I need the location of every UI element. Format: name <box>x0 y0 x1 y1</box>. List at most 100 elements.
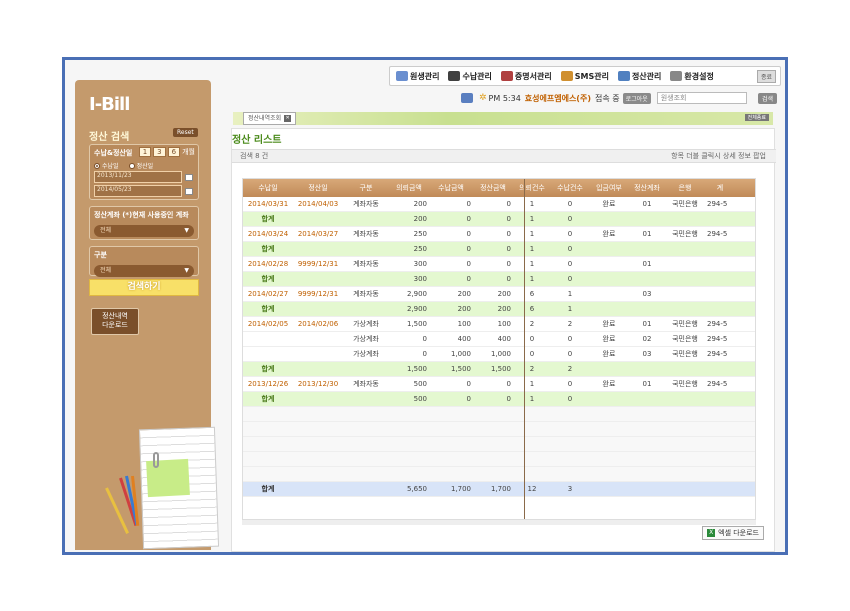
column-header[interactable]: 구분 <box>343 183 389 193</box>
table-cell: 국민은행 <box>672 335 698 343</box>
excel-icon: X <box>707 529 716 537</box>
menu-item-1[interactable]: 수납관리 <box>448 71 492 82</box>
student-search-input[interactable]: 원생조회 <box>656 92 747 104</box>
subtotal-row[interactable]: 합계 200 0 0 1 0 <box>243 212 755 227</box>
menu-item-3[interactable]: SMS관리 <box>560 71 609 82</box>
grid-header: 수납일 정산일 구분 의뢰금액 수납금액 정산금액 의뢰건수 수납건수 입금여부 정산계좌 은행 계 <box>243 179 755 197</box>
column-header[interactable]: 정산일 <box>293 183 343 193</box>
menu-icon <box>396 71 408 81</box>
table-cell: 9999/12/31 <box>297 290 339 298</box>
table-cell: 1 <box>529 215 535 223</box>
table-cell: 01 <box>642 320 652 328</box>
subtotal-row[interactable]: 합계 300 0 0 1 0 <box>243 272 755 287</box>
to-date-input[interactable]: 2014/05/23 <box>94 185 182 197</box>
page-title: 정산 리스트 <box>232 135 282 146</box>
table-row[interactable]: 2013/12/26 2013/12/30 계좌자동 500 0 0 1 0 완료 01 국민은행 2… <box>243 377 755 392</box>
table-cell: 가상계좌 <box>353 320 379 328</box>
table-cell: 400 <box>457 335 471 343</box>
empty-row <box>243 407 755 422</box>
subtotal-row[interactable]: 합계 1,500 1,500 1,500 2 2 <box>243 362 755 377</box>
tab-settlement-inquiry[interactable]: 정산내역조회 ✕ <box>243 112 297 125</box>
table-row[interactable]: 2014/02/05 2014/02/06 가상계좌 1,500 100 100 2 2 완료 0… <box>243 317 755 332</box>
date-filter-box: 수납&정산일 1 3 6 개월 수납일 정산일 2013/11/23 2014/… <box>89 144 199 200</box>
settlement-grid: 수납일 정산일 구분 의뢰금액 수납금액 정산금액 의뢰건수 수납건수 입금여부 정산계좌 은행 계 … <box>242 178 756 520</box>
from-date-input[interactable]: 2013/11/23 <box>94 171 182 183</box>
table-cell: 2 <box>567 365 573 373</box>
table-cell: 200 <box>457 290 471 298</box>
column-header[interactable]: 의뢰금액 <box>389 183 429 193</box>
table-cell: 2014/02/28 <box>247 260 289 268</box>
menu-item-0[interactable]: 원생관리 <box>396 71 439 82</box>
calendar-icon[interactable] <box>185 187 193 195</box>
column-header[interactable]: 은행 <box>665 183 705 193</box>
table-cell: 계좌자동 <box>353 380 379 388</box>
column-header[interactable]: 정산계좌 <box>629 183 665 193</box>
calendar-icon[interactable] <box>185 173 193 181</box>
subtotal-row[interactable]: 합계 500 0 0 1 0 <box>243 392 755 407</box>
column-header[interactable]: 수납일 <box>243 183 293 193</box>
period-6-button[interactable]: 6 <box>167 147 181 157</box>
column-header[interactable]: 의뢰건수 <box>513 183 551 193</box>
column-header[interactable]: 계 <box>705 183 735 193</box>
subtotal-row[interactable]: 합계 250 0 0 1 0 <box>243 242 755 257</box>
exit-button[interactable]: 종료 <box>756 69 776 83</box>
table-row[interactable]: 2014/03/24 2014/03/27 계좌자동 250 0 0 1 0 완료 01 국민은행 2… <box>243 227 755 242</box>
table-row[interactable]: 가상계좌 0 400 400 0 0 완료 02 국민은행 294-5 <box>243 332 755 347</box>
table-cell: 합계 <box>261 365 275 373</box>
table-cell: 6 <box>529 305 535 313</box>
search-button[interactable]: 검색하기 <box>89 279 199 296</box>
menu-item-2[interactable]: 증명서관리 <box>500 71 552 82</box>
radio-pay-date[interactable] <box>94 162 100 169</box>
logout-button[interactable]: 로그아웃 <box>622 92 651 104</box>
period-3-button[interactable]: 3 <box>153 147 166 157</box>
menu-icon <box>617 71 630 81</box>
type-select[interactable]: 전체 ▼ <box>94 265 194 277</box>
column-header[interactable]: 수납건수 <box>551 183 589 193</box>
table-cell: 1 <box>529 275 535 283</box>
excel-download-label: 엑셀 다운로드 <box>718 529 759 537</box>
student-search-button[interactable]: 검색 <box>757 92 777 104</box>
grand-total-row[interactable]: 합계 5,650 1,700 1,700 12 3 <box>243 482 755 497</box>
table-cell: 계좌자동 <box>353 200 379 208</box>
table-cell: 200 <box>413 215 427 223</box>
column-header[interactable]: 입금여부 <box>589 183 629 193</box>
reset-button[interactable]: Reset <box>173 128 198 137</box>
table-row[interactable]: 2014/02/28 9999/12/31 계좌자동 300 0 0 1 0 01 <box>243 257 755 272</box>
table-cell: 가상계좌 <box>353 350 379 358</box>
table-row[interactable]: 2014/03/31 2014/04/03 계좌자동 200 0 0 1 0 완료 01 국민은행 2… <box>243 197 755 212</box>
chevron-down-icon: ▼ <box>184 227 189 234</box>
menu-item-4[interactable]: 정산관리 <box>617 71 661 82</box>
monitor-icon[interactable] <box>461 93 473 103</box>
column-header[interactable]: 정산금액 <box>473 183 513 193</box>
connection-status: 접속 중 <box>594 93 620 103</box>
account-filter-box: 정산계좌 (*)현재 사용중인 계좌 전체 ▼ <box>89 206 199 240</box>
close-icon[interactable]: ✕ <box>284 115 292 122</box>
radio-settle-date[interactable] <box>128 162 135 169</box>
table-cell: 300 <box>413 260 427 268</box>
menu-item-5[interactable]: 환경설정 <box>670 71 714 82</box>
table-cell: 0 <box>422 335 427 343</box>
table-cell: 합계 <box>261 215 275 223</box>
period-1-button[interactable]: 1 <box>138 147 152 157</box>
account-select[interactable]: 전체 ▼ <box>94 225 194 237</box>
settlement-download-button[interactable]: 정산내역 다운로드 <box>91 308 139 335</box>
table-cell: 완료 <box>602 335 616 343</box>
grid-body: 2014/03/31 2014/04/03 계좌자동 200 0 0 1 0 완료 01 국민은행 2… <box>243 197 755 497</box>
table-row[interactable]: 가상계좌 0 1,000 1,000 0 0 완료 03 국민은행 294-5 <box>243 347 755 362</box>
main-panel: 정산 리스트 검색 8 건 항목 더블 클릭시 상세 정보 팝업 수납일 정산일 구… <box>231 128 776 552</box>
column-divider[interactable] <box>524 179 525 519</box>
menu-item-label: 수납관리 <box>462 71 492 81</box>
close-all-tabs-button[interactable]: 전체종료 <box>744 114 769 121</box>
status-bar: ✲ PM 5:34 효성에프엠에스(주) 접속 중 로그아웃 원생조회 검색 <box>461 91 777 105</box>
double-click-hint: 항목 더블 클릭시 상세 정보 팝업 <box>671 152 766 160</box>
table-row[interactable]: 2014/02/27 9999/12/31 계좌자동 2,900 200 200 6 1 03 <box>243 287 755 302</box>
subtotal-row[interactable]: 합계 2,900 200 200 6 1 <box>243 302 755 317</box>
type-filter-label: 구분 <box>94 251 107 259</box>
table-cell: 250 <box>413 230 427 238</box>
excel-download-button[interactable]: X 엑셀 다운로드 <box>702 526 764 540</box>
table-cell: 합계 <box>261 275 275 283</box>
horizontal-scrollbar[interactable] <box>242 520 756 525</box>
table-cell: 01 <box>642 230 652 238</box>
table-cell: 0 <box>567 380 573 388</box>
column-header[interactable]: 수납금액 <box>429 183 473 193</box>
